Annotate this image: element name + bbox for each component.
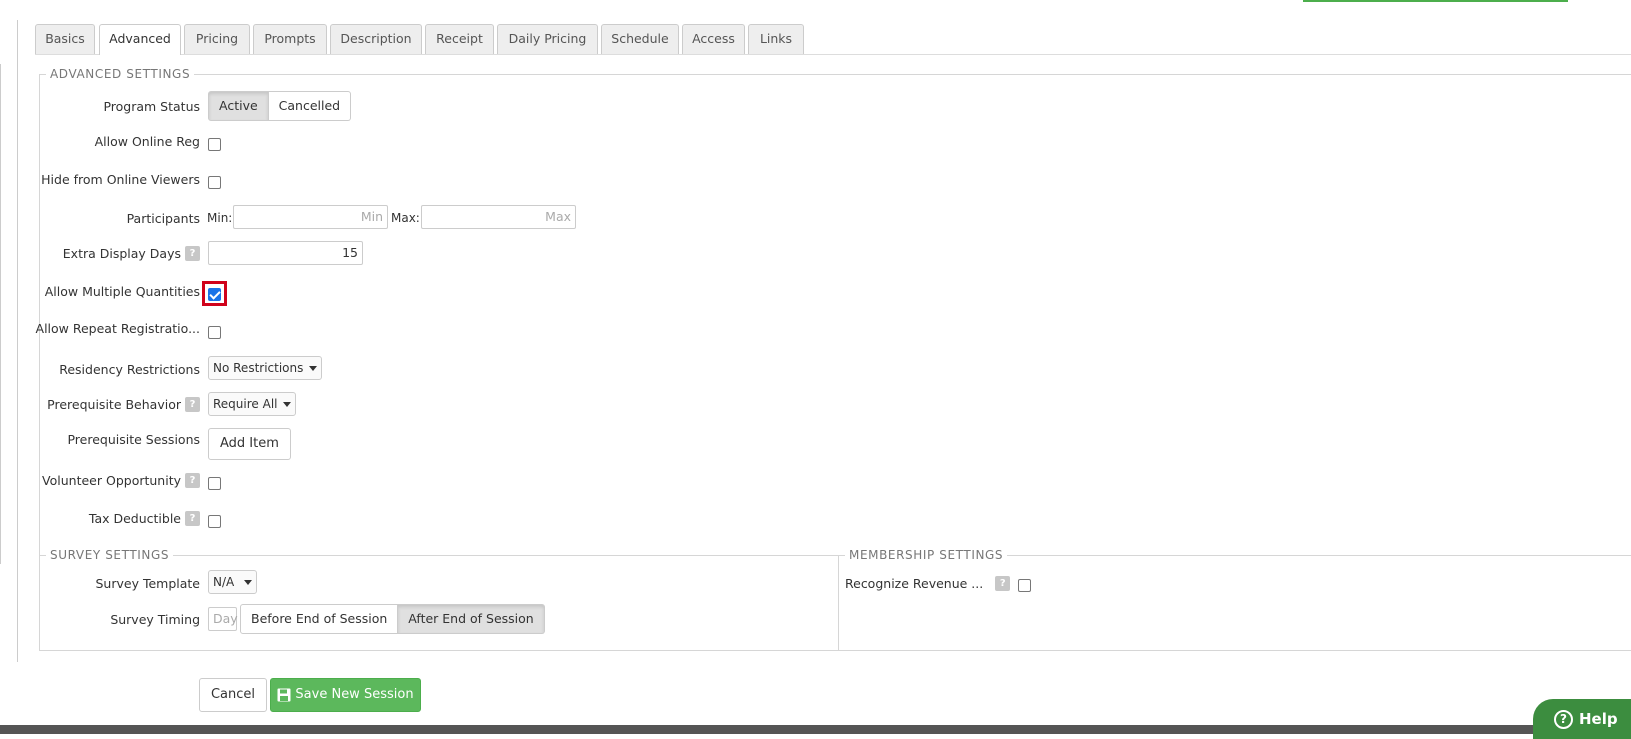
save-new-session-label: Save New Session — [295, 687, 414, 702]
extra-display-days-label: Extra Display Days — [62, 246, 181, 261]
recognize-revenue-help-icon[interactable]: ? — [995, 576, 1011, 591]
allow-repeat-label: Allow Repeat Registratio... — [35, 321, 200, 336]
prereq-behavior-label: Prerequisite Behavior — [47, 397, 181, 412]
prereq-behavior-help-icon[interactable]: ? — [185, 397, 200, 412]
help-label: Help — [1579, 710, 1618, 728]
tab-access[interactable]: Access — [682, 24, 745, 54]
status-active-button[interactable]: Active — [208, 91, 269, 121]
volunteer-label-wrap: Volunteer Opportunity ? — [42, 473, 200, 488]
volunteer-checkbox[interactable] — [208, 477, 221, 490]
allow-repeat-row: Allow Repeat Registratio... — [0, 321, 1631, 351]
survey-day-placeholder: Day — [213, 611, 238, 626]
tab-daily-pricing[interactable]: Daily Pricing — [497, 24, 598, 54]
prereq-behavior-select-value: Require All — [213, 397, 278, 411]
survey-day-input[interactable]: Day — [208, 607, 238, 631]
extra-display-days-label-wrap: Extra Display Days ? — [63, 246, 200, 261]
tab-links[interactable]: Links — [748, 24, 804, 54]
prereq-behavior-select[interactable]: Require All — [208, 392, 297, 416]
allow-online-reg-checkbox[interactable] — [208, 138, 221, 151]
hide-online-checkbox[interactable] — [208, 176, 221, 189]
survey-timing-label: Survey Timing — [110, 612, 200, 627]
footer-bar — [0, 725, 1631, 734]
participants-min-label: Min: — [207, 211, 233, 225]
extra-display-days-help-icon[interactable]: ? — [185, 246, 200, 261]
allow-online-reg-row: Allow Online Reg — [0, 133, 1631, 163]
prereq-sessions-label: Prerequisite Sessions — [67, 432, 200, 447]
volunteer-help-icon[interactable]: ? — [185, 473, 200, 488]
save-new-session-button[interactable]: Save New Session — [270, 678, 421, 712]
residency-row: Residency Restrictions No Restrictions — [0, 356, 1631, 386]
before-end-button[interactable]: Before End of Session — [240, 604, 399, 634]
tab-schedule[interactable]: Schedule — [601, 24, 679, 54]
recognize-revenue-checkbox[interactable] — [1018, 579, 1032, 592]
membership-settings-fieldset: MEMBERSHIP SETTINGS — [838, 548, 1631, 651]
save-disk-icon — [277, 688, 291, 702]
tab-advanced[interactable]: Advanced — [99, 24, 181, 55]
hide-online-label: Hide from Online Viewers — [41, 172, 200, 187]
survey-settings-legend: SURVEY SETTINGS — [46, 548, 174, 562]
residency-select[interactable]: No Restrictions — [208, 356, 323, 380]
allow-multiple-quantities-label: Allow Multiple Quantities — [44, 284, 200, 299]
survey-template-select[interactable]: N/A — [208, 570, 257, 594]
highlight-box — [202, 281, 227, 306]
chevron-down-icon — [244, 579, 252, 585]
add-item-button[interactable]: Add Item — [208, 428, 291, 460]
participants-label: Participants — [126, 211, 200, 226]
membership-settings-legend: MEMBERSHIP SETTINGS — [845, 548, 1008, 562]
extra-display-days-row: Extra Display Days ? 15 — [0, 241, 1631, 271]
participants-min-placeholder: Min — [360, 209, 383, 224]
tab-basics[interactable]: Basics — [35, 24, 95, 54]
participants-min-input[interactable]: Min — [233, 205, 388, 229]
after-end-button[interactable]: After End of Session — [398, 604, 545, 634]
tax-help-icon[interactable]: ? — [185, 511, 200, 526]
residency-label: Residency Restrictions — [59, 362, 200, 377]
help-icon: ? — [1554, 709, 1573, 729]
advanced-settings-legend: ADVANCED SETTINGS — [46, 67, 195, 81]
recognize-revenue-label: Recognize Revenue ... — [845, 576, 984, 591]
participants-max-input[interactable]: Max — [421, 205, 576, 229]
volunteer-row: Volunteer Opportunity ? — [0, 473, 1631, 503]
tab-underline — [35, 54, 1631, 55]
participants-row: Participants Min: Min Max: Max — [0, 205, 1631, 235]
chevron-down-icon — [309, 365, 318, 371]
residency-select-value: No Restrictions — [213, 361, 304, 375]
survey-template-label: Survey Template — [95, 576, 201, 591]
tab-description[interactable]: Description — [330, 24, 422, 54]
volunteer-label: Volunteer Opportunity — [42, 473, 181, 488]
tax-label-wrap: Tax Deductible ? — [89, 511, 200, 526]
top-accent-bar — [1303, 0, 1568, 2]
program-status-label: Program Status — [103, 99, 200, 114]
survey-timing-toggle: Before End of Session After End of Sessi… — [240, 604, 545, 634]
recognize-revenue-row: Recognize Revenue ... ? — [845, 576, 1032, 592]
allow-online-reg-label: Allow Online Reg — [94, 134, 200, 149]
participants-max-placeholder: Max — [545, 209, 571, 224]
survey-template-value: N/A — [213, 575, 235, 589]
status-cancelled-button[interactable]: Cancelled — [268, 91, 352, 121]
tax-label: Tax Deductible — [88, 511, 181, 526]
tab-prompts[interactable]: Prompts — [253, 24, 327, 54]
hide-online-row: Hide from Online Viewers — [0, 172, 1631, 202]
tab-pricing[interactable]: Pricing — [184, 24, 250, 54]
chevron-down-icon — [283, 401, 292, 407]
tab-receipt[interactable]: Receipt — [425, 24, 494, 54]
participants-max-label: Max: — [391, 211, 420, 225]
prereq-behavior-row: Prerequisite Behavior ? Require All — [0, 392, 1631, 422]
prereq-behavior-label-wrap: Prerequisite Behavior ? — [47, 397, 200, 412]
allow-multiple-quantities-row: Allow Multiple Quantities — [0, 280, 1631, 310]
cancel-button[interactable]: Cancel — [199, 678, 267, 712]
help-button[interactable]: ? Help — [1533, 699, 1631, 739]
tax-row: Tax Deductible ? — [0, 511, 1631, 541]
program-status-row: Program Status Active Cancelled — [0, 91, 1631, 121]
program-status-toggle: Active Cancelled — [208, 91, 352, 121]
allow-repeat-checkbox[interactable] — [208, 326, 221, 339]
tax-checkbox[interactable] — [208, 515, 221, 528]
extra-display-days-input[interactable]: 15 — [208, 241, 363, 265]
